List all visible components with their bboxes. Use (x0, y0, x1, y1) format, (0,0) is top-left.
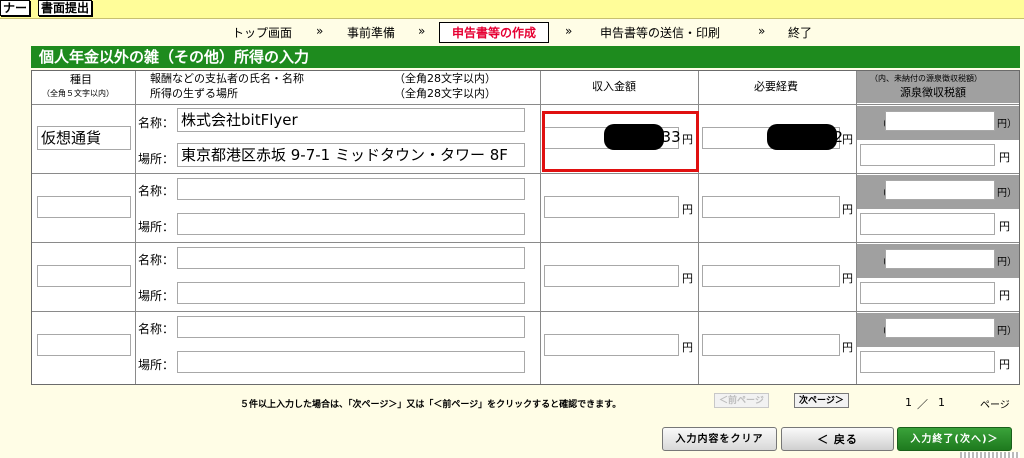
name-label: 名称： (138, 322, 175, 336)
unpaid-withholding-input[interactable] (885, 180, 995, 200)
page-separator: ／ (917, 398, 928, 411)
yen-label: 円 (999, 151, 1010, 164)
payer-name-input[interactable]: 株式会社bitFlyer (177, 108, 525, 132)
expense-input[interactable] (702, 196, 840, 218)
place-input[interactable]: 東京都港区赤坂 9-7-1 ミッドタウン・タワー 8F (177, 143, 525, 167)
step-arrow: » (565, 24, 573, 38)
header-income: 収入金額 (592, 80, 636, 93)
income-highlight-box (542, 111, 699, 172)
step-prep: 事前準備 (347, 26, 396, 40)
place-input[interactable] (177, 213, 525, 235)
withholding-input[interactable] (860, 282, 995, 304)
header-place: 所得の生ずる場所 (150, 87, 238, 100)
progress-steps: トップ画面 » 事前準備 » 申告書等の作成 » 申告書等の送信・印刷 » 終了 (0, 22, 1024, 43)
place-input[interactable] (177, 282, 525, 304)
place-label: 場所： (138, 220, 175, 234)
header-place-limit: （全角28文字以内） (394, 87, 496, 100)
step-create-current: 申告書等の作成 (439, 22, 550, 43)
step-send-print: 申告書等の送信・印刷 (600, 26, 721, 40)
prev-page-button[interactable]: ＜前ページ (714, 393, 769, 408)
bottom-edge-pattern (960, 452, 1020, 458)
back-button[interactable]: ＜ 戻る (781, 427, 894, 451)
place-input[interactable] (177, 351, 525, 373)
name-label: 名称： (138, 184, 175, 198)
kind-input[interactable]: 仮想通貨 (37, 126, 131, 150)
yen-close: 円） (997, 188, 1017, 199)
name-label: 名称： (138, 116, 175, 130)
paper-submission-button[interactable]: 書面提出 (38, 0, 93, 16)
yen-close: 円） (997, 119, 1017, 130)
yen-label: 円 (842, 272, 853, 285)
top-left-button[interactable]: ナー (0, 0, 31, 16)
misc-income-table: 種目 （全角５文字以内） 報酬などの支払者の氏名・名称 （全角28文字以内） 所… (31, 70, 1020, 385)
section-title: 個人年金以外の雑（その他）所得の入力 (31, 46, 1020, 68)
withholding-input[interactable] (860, 213, 995, 235)
finish-next-button[interactable]: 入力終了(次へ)＞ (897, 427, 1012, 451)
header-expense: 必要経費 (754, 80, 798, 93)
yen-label: 円 (842, 203, 853, 216)
step-arrow: » (758, 24, 766, 38)
yen-label: 円 (842, 341, 853, 354)
unpaid-withholding-input[interactable] (885, 111, 995, 131)
header-kind: 種目 (70, 73, 92, 86)
header-payer: 報酬などの支払者の氏名・名称 (150, 72, 304, 85)
yen-close: 円） (997, 326, 1017, 337)
withholding-input[interactable] (860, 144, 995, 166)
page-note: ５件以上入力した場合は、「次ページ＞」又は「＜前ページ」をクリックすると確認でき… (240, 400, 622, 410)
income-input[interactable] (544, 265, 679, 287)
yen-label: 円 (842, 133, 853, 146)
header-kind-limit: （全角５文字以内） (42, 89, 114, 98)
withholding-input[interactable] (860, 351, 995, 373)
expense-amount-visible: 42 (824, 128, 844, 146)
page-unit: ページ (980, 400, 1010, 411)
yen-label: 円 (999, 220, 1010, 233)
kind-input[interactable] (37, 196, 131, 218)
name-label: 名称： (138, 253, 175, 267)
step-arrow: » (418, 24, 426, 38)
place-label: 場所： (138, 152, 175, 166)
payer-name-input[interactable] (177, 178, 525, 200)
unpaid-withholding-input[interactable] (885, 249, 995, 269)
header-payer-limit: （全角28文字以内） (394, 72, 496, 85)
place-label: 場所： (138, 358, 175, 372)
header-unpaid-withholding: （内、未納付の源泉徴収税額） (870, 74, 982, 83)
yen-label: 円 (682, 203, 693, 216)
expense-input[interactable] (702, 334, 840, 356)
payer-name-input[interactable] (177, 247, 525, 269)
kind-input[interactable] (37, 334, 131, 356)
payer-name-input[interactable] (177, 316, 525, 338)
yen-close: 円） (997, 257, 1017, 268)
page-current: 1 (905, 396, 912, 409)
next-page-button[interactable]: 次ページ＞ (794, 393, 849, 408)
expense-input[interactable] (702, 265, 840, 287)
page-total: 1 (938, 396, 945, 409)
step-end: 終了 (788, 26, 813, 40)
yen-label: 円 (999, 289, 1010, 302)
header-withholding: 源泉徴収税額 (900, 86, 966, 99)
step-arrow: » (316, 24, 324, 38)
yen-label: 円 (682, 341, 693, 354)
top-toolbar: ナー 書面提出 (0, 0, 1024, 19)
place-label: 場所： (138, 289, 175, 303)
kind-input[interactable] (37, 265, 131, 287)
income-input[interactable] (544, 196, 679, 218)
clear-input-button[interactable]: 入力内容をクリア (662, 427, 777, 451)
unpaid-withholding-input[interactable] (885, 318, 995, 338)
step-top: トップ画面 (232, 26, 293, 40)
yen-label: 円 (999, 358, 1010, 371)
yen-label: 円 (682, 272, 693, 285)
income-input[interactable] (544, 334, 679, 356)
